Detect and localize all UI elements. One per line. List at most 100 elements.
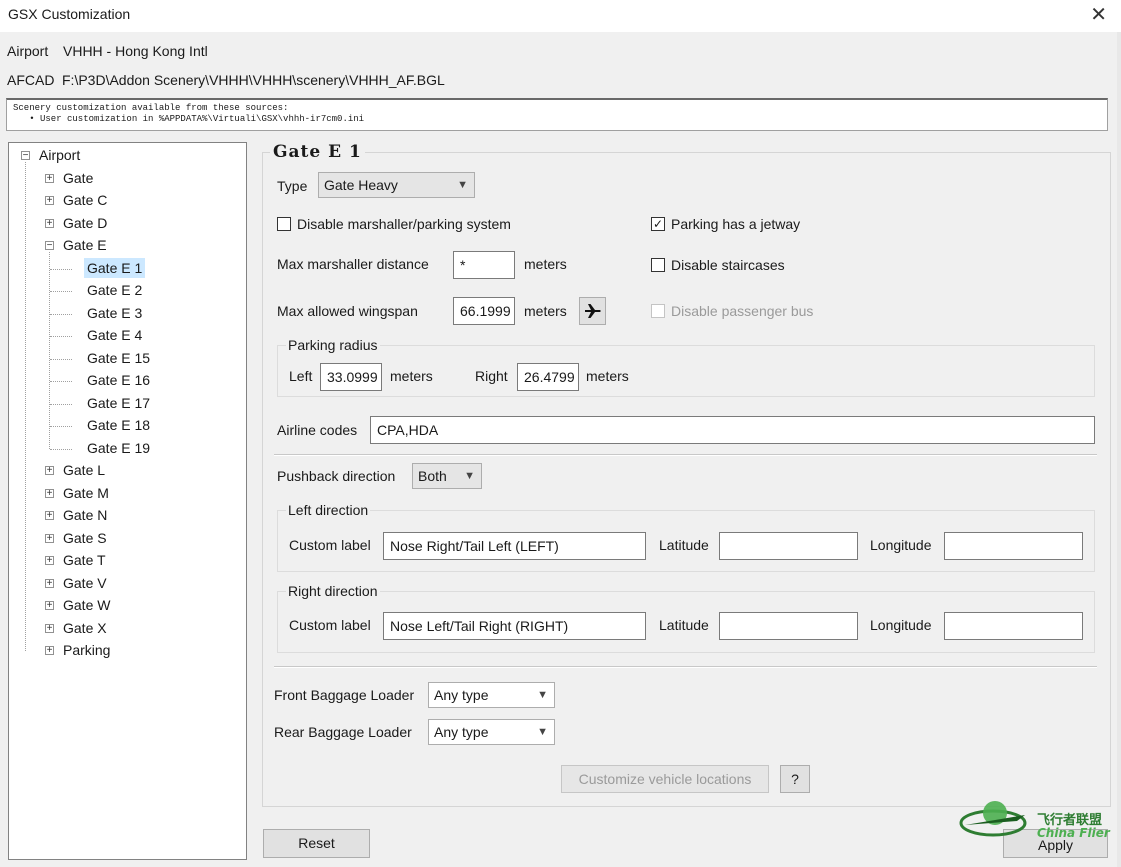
airline-codes-input[interactable]: CPA,HDA <box>370 416 1095 444</box>
afcad-label: AFCAD <box>7 72 55 88</box>
airline-codes-label: Airline codes <box>277 422 358 438</box>
select-aircraft-button[interactable] <box>579 297 606 325</box>
expand-icon[interactable]: + <box>45 466 54 476</box>
tree-connector <box>50 448 72 450</box>
expand-icon[interactable]: + <box>45 556 54 566</box>
chevron-down-icon: ▼ <box>537 689 548 701</box>
collapse-icon[interactable]: − <box>21 151 30 161</box>
tree-connector <box>50 403 72 405</box>
reset-button[interactable]: Reset <box>263 829 370 858</box>
checkmark-icon: ✓ <box>652 217 664 231</box>
expand-icon[interactable]: + <box>45 533 54 543</box>
left-longitude-label: Longitude <box>870 537 932 553</box>
rear-loader-value: Any type <box>434 724 489 740</box>
tree-connector <box>50 358 72 360</box>
collapse-icon[interactable]: − <box>45 241 54 251</box>
window-title: GSX Customization <box>8 6 131 22</box>
expand-icon[interactable]: + <box>45 511 54 521</box>
gate-title: Gate E 1 <box>270 142 365 162</box>
airport-tree[interactable]: − Airport + Gate + Gate C + Gate D − Gate E Gate E… <box>8 142 247 860</box>
disable-bus-checkbox[interactable] <box>651 304 665 318</box>
chevron-down-icon: ▼ <box>457 179 468 191</box>
front-loader-select[interactable]: Any type ▼ <box>428 682 555 708</box>
radius-right-label: Right <box>475 368 508 384</box>
left-latitude-label: Latitude <box>659 537 709 553</box>
radius-left-input[interactable]: 33.0999 <box>320 363 382 391</box>
tree-connector <box>50 426 72 427</box>
tree-item-gate[interactable]: Gate E 17 <box>87 393 150 413</box>
tree-item-group[interactable]: Gate T <box>63 550 106 570</box>
parking-radius-title: Parking radius <box>286 337 380 353</box>
tree-item-gate[interactable]: Gate E 16 <box>87 370 150 390</box>
tree-item-gate[interactable]: Gate E 18 <box>87 415 150 435</box>
right-longitude-label: Longitude <box>870 617 932 633</box>
right-longitude-input[interactable] <box>944 612 1083 640</box>
tree-item-airport[interactable]: Airport <box>39 145 80 165</box>
tree-item-group[interactable]: Gate N <box>63 505 107 525</box>
disable-staircases-checkbox[interactable] <box>651 258 665 272</box>
tree-item-group[interactable]: Gate X <box>63 618 107 638</box>
separator <box>274 666 1097 668</box>
tree-item-selected[interactable]: Gate E 1 <box>84 257 146 278</box>
chevron-down-icon: ▼ <box>537 726 548 738</box>
separator <box>274 454 1097 456</box>
max-wingspan-input[interactable]: 66.1999 <box>453 297 515 325</box>
tree-item-gate[interactable]: Gate E 15 <box>87 348 150 368</box>
help-button[interactable]: ? <box>780 765 810 793</box>
type-label: Type <box>277 178 308 194</box>
tree-item-gate[interactable]: Gate E 4 <box>87 325 142 345</box>
watermark-text-en: China Flier <box>1037 826 1110 840</box>
tree-item-group[interactable]: Gate E <box>63 235 107 255</box>
expand-icon[interactable]: + <box>45 601 54 611</box>
pushback-label: Pushback direction <box>277 468 396 484</box>
left-custom-label: Custom label <box>289 537 371 553</box>
tree-item-group[interactable]: Gate S <box>63 528 107 548</box>
jetway-checkbox[interactable]: ✓ <box>651 217 665 231</box>
radius-right-input[interactable]: 26.4799 <box>517 363 579 391</box>
airport-label: Airport <box>7 43 49 59</box>
expand-icon[interactable]: + <box>45 488 54 498</box>
tree-item-gate[interactable]: Gate E 3 <box>87 303 142 323</box>
tree-item-group[interactable]: Gate <box>63 168 93 188</box>
tree-item-group[interactable]: Parking <box>63 640 110 660</box>
expand-icon[interactable]: + <box>45 623 54 633</box>
tree-item-group[interactable]: Gate M <box>63 483 109 503</box>
tree-item-gate[interactable]: Gate E 19 <box>87 438 150 458</box>
close-icon[interactable]: ✕ <box>1090 2 1107 27</box>
rear-loader-select[interactable]: Any type ▼ <box>428 719 555 745</box>
expand-icon[interactable]: + <box>45 578 54 588</box>
right-latitude-input[interactable] <box>719 612 858 640</box>
left-longitude-input[interactable] <box>944 532 1083 560</box>
max-wingspan-label: Max allowed wingspan <box>277 303 418 319</box>
expand-icon[interactable]: + <box>45 173 54 183</box>
expand-icon[interactable]: + <box>45 646 54 656</box>
radius-left-unit: meters <box>390 368 433 384</box>
expand-icon[interactable]: + <box>45 196 54 206</box>
window-scrollbar[interactable] <box>1117 32 1121 867</box>
left-custom-input[interactable]: Nose Right/Tail Left (LEFT) <box>383 532 646 560</box>
pushback-select[interactable]: Both ▼ <box>412 463 482 489</box>
expand-icon[interactable]: + <box>45 218 54 228</box>
tree-item-group[interactable]: Gate V <box>63 573 107 593</box>
right-custom-input[interactable]: Nose Left/Tail Right (RIGHT) <box>383 612 646 640</box>
max-wingspan-unit: meters <box>524 303 567 319</box>
radius-right-unit: meters <box>586 368 629 384</box>
max-marshaller-label: Max marshaller distance <box>277 256 429 272</box>
tree-item-gate[interactable]: Gate E 2 <box>87 280 142 300</box>
customize-vehicle-locations-button[interactable]: Customize vehicle locations <box>561 765 769 793</box>
disable-marshaller-checkbox[interactable] <box>277 217 291 231</box>
rear-loader-label: Rear Baggage Loader <box>274 724 412 740</box>
tree-connector <box>50 313 72 315</box>
max-marshaller-input[interactable]: * <box>453 251 515 279</box>
watermark-logo: 飞行者联盟 China Flier <box>955 795 1115 845</box>
type-select[interactable]: Gate Heavy ▼ <box>318 172 475 198</box>
right-custom-label: Custom label <box>289 617 371 633</box>
tree-item-group[interactable]: Gate W <box>63 595 110 615</box>
jetway-label: Parking has a jetway <box>671 216 801 232</box>
tree-item-group[interactable]: Gate C <box>63 190 107 210</box>
tree-item-group[interactable]: Gate D <box>63 213 107 233</box>
right-latitude-label: Latitude <box>659 617 709 633</box>
tree-item-group[interactable]: Gate L <box>63 460 105 480</box>
disable-marshaller-label: Disable marshaller/parking system <box>297 216 511 232</box>
left-latitude-input[interactable] <box>719 532 858 560</box>
